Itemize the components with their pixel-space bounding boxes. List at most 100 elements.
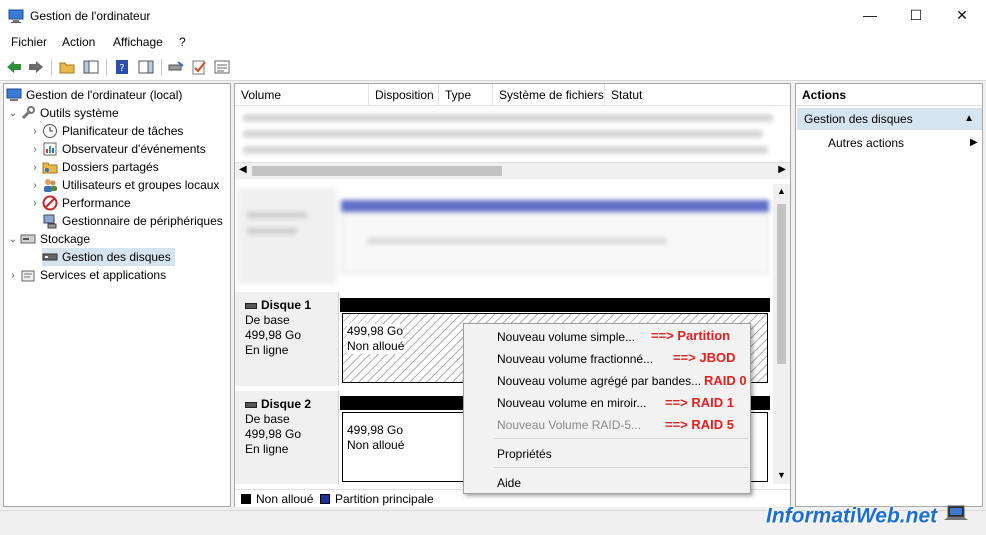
chevron-right-icon[interactable]: › <box>6 270 20 281</box>
column-filesystem[interactable]: Système de fichiers <box>493 84 605 106</box>
disk-icon <box>245 302 257 309</box>
legend-unallocated-swatch <box>241 494 251 504</box>
menu-item-new-striped-volume[interactable]: Nouveau volume agrégé par bandes... <box>497 374 701 388</box>
tree-label: Gestionnaire de périphériques <box>62 214 223 228</box>
users-icon <box>42 177 58 193</box>
back-arrow-icon[interactable] <box>5 58 23 76</box>
menu-item-new-mirrored-volume[interactable]: Nouveau volume en miroir... <box>497 396 646 410</box>
tree-item-observateur[interactable]: › Observateur d'événements <box>28 140 206 158</box>
tree-item-services[interactable]: › Services et applications <box>6 266 166 284</box>
menu-item-help[interactable]: Aide <box>497 476 521 490</box>
volume-list-header: Volume Disposition Type Système de fichi… <box>235 84 790 106</box>
scroll-up-icon[interactable]: ▲ <box>777 186 786 196</box>
tree-label: Performance <box>62 196 131 210</box>
chevron-right-icon[interactable]: › <box>28 144 42 155</box>
menu-action[interactable]: Action <box>62 35 95 49</box>
annotation-raid5: ==> RAID 5 <box>665 417 735 432</box>
tree-item-gestionnaire-peripheriques[interactable]: Gestionnaire de périphériques <box>42 212 223 230</box>
computer-management-icon <box>8 8 24 24</box>
up-folder-icon[interactable] <box>58 58 76 76</box>
minimize-button[interactable]: — <box>847 0 893 30</box>
column-disposition[interactable]: Disposition <box>369 84 439 106</box>
scroll-right-icon[interactable]: ▶ <box>778 164 786 175</box>
event-viewer-icon <box>42 141 58 157</box>
disk-1-bar <box>340 298 770 312</box>
menu-separator <box>494 438 748 439</box>
disk-2-label[interactable]: Disque 2 De base 499,98 Go En ligne <box>235 391 339 484</box>
actions-section-disk-management[interactable]: Gestion des disques ▲ <box>797 108 982 130</box>
disk-1-part-size: 499,98 Go <box>347 324 404 339</box>
menu-item-new-raid5-volume: Nouveau Volume RAID-5... <box>497 418 642 432</box>
toolbar-separator <box>106 59 107 76</box>
chevron-down-icon[interactable]: ⌄ <box>6 108 20 119</box>
disk-1-label[interactable]: Disque 1 De base 499,98 Go En ligne <box>235 292 339 386</box>
menu-item-properties[interactable]: Propriétés <box>497 447 552 461</box>
chevron-right-icon[interactable]: › <box>28 162 42 173</box>
no-entry-icon <box>42 195 58 211</box>
menu-affichage[interactable]: Affichage <box>113 35 163 49</box>
horizontal-scrollbar[interactable]: ◀ ▶ <box>235 162 790 179</box>
tree-label: Dossiers partagés <box>62 160 159 174</box>
connect-drive-icon[interactable] <box>167 58 185 76</box>
tools-icon <box>20 105 36 121</box>
disk-management-icon <box>42 249 58 265</box>
properties-list-icon[interactable] <box>213 58 231 76</box>
menu-item-new-spanned-volume[interactable]: Nouveau volume fractionné... <box>497 352 653 366</box>
annotation-raid0: RAID 0 <box>704 373 747 388</box>
tree-label: Gestion des disques <box>62 250 171 264</box>
tree-item-stockage[interactable]: ⌄ Stockage <box>6 230 90 248</box>
collapse-triangle-icon[interactable]: ▲ <box>964 108 974 130</box>
scroll-down-icon[interactable]: ▼ <box>777 470 786 480</box>
vertical-scrollbar[interactable]: ▲ ▼ <box>773 184 790 484</box>
column-type[interactable]: Type <box>439 84 493 106</box>
submenu-arrow-icon[interactable]: ▶ <box>970 137 978 148</box>
menu-separator <box>494 467 748 468</box>
device-manager-icon <box>42 213 58 229</box>
menu-item-new-simple-volume[interactable]: Nouveau volume simple... <box>497 330 635 344</box>
blurred-list-row <box>243 130 763 138</box>
tree-item-performance[interactable]: › Performance <box>28 194 131 212</box>
tree-label: Observateur d'événements <box>62 142 206 156</box>
toolbar: ? <box>0 54 986 81</box>
chevron-right-icon[interactable]: › <box>28 126 42 137</box>
scrollbar-thumb[interactable] <box>252 166 502 176</box>
tree-item-utilisateurs[interactable]: › Utilisateurs et groupes locaux <box>28 176 219 194</box>
menu-bar: Fichier Action Affichage ? <box>0 32 986 54</box>
help-icon[interactable]: ? <box>113 58 131 76</box>
watermark: InformatiWeb.net <box>766 504 969 530</box>
column-volume[interactable]: Volume <box>235 84 369 106</box>
scroll-left-icon[interactable]: ◀ <box>239 164 247 175</box>
window-title: Gestion de l'ordinateur <box>30 9 151 23</box>
maximize-button[interactable]: ☐ <box>893 0 939 30</box>
chevron-right-icon[interactable]: › <box>28 180 42 191</box>
tree-item-planificateur[interactable]: › Planificateur de tâches <box>28 122 183 140</box>
column-status[interactable]: Statut <box>605 84 790 106</box>
checklist-icon[interactable] <box>190 58 208 76</box>
actions-other-actions[interactable]: Autres actions <box>828 136 904 150</box>
disk-2-type: De base <box>245 412 290 426</box>
legend-primary-label: Partition principale <box>335 492 434 506</box>
blurred-list-row <box>243 146 768 154</box>
tree-item-root[interactable]: Gestion de l'ordinateur (local) <box>6 86 182 104</box>
menu-help[interactable]: ? <box>179 35 186 49</box>
show-pane-icon[interactable] <box>137 58 155 76</box>
annotation-raid1: ==> RAID 1 <box>665 395 735 410</box>
show-hide-tree-icon[interactable] <box>82 58 100 76</box>
tree-item-gestion-disques[interactable]: Gestion des disques <box>42 248 175 266</box>
watermark-text: InformatiWeb.net <box>766 504 938 528</box>
tree-label: Stockage <box>40 232 91 246</box>
menu-fichier[interactable]: Fichier <box>11 35 47 49</box>
forward-arrow-icon[interactable] <box>27 58 45 76</box>
tree-label: Planificateur de tâches <box>62 124 184 138</box>
disk-icon <box>245 401 257 408</box>
tree-item-outils-systeme[interactable]: ⌄ Outils système <box>6 104 119 122</box>
close-button[interactable]: ✕ <box>939 0 985 30</box>
chevron-down-icon[interactable]: ⌄ <box>6 234 20 245</box>
scrollbar-thumb[interactable] <box>777 204 786 364</box>
tree-label: Gestion de l'ordinateur (local) <box>26 88 183 102</box>
blurred-disk-0 <box>237 188 770 284</box>
disk-1-status: En ligne <box>245 343 289 357</box>
chevron-right-icon[interactable]: › <box>28 198 42 209</box>
tree-item-dossiers-partages[interactable]: › Dossiers partagés <box>28 158 159 176</box>
actions-title: Actions <box>796 84 982 106</box>
